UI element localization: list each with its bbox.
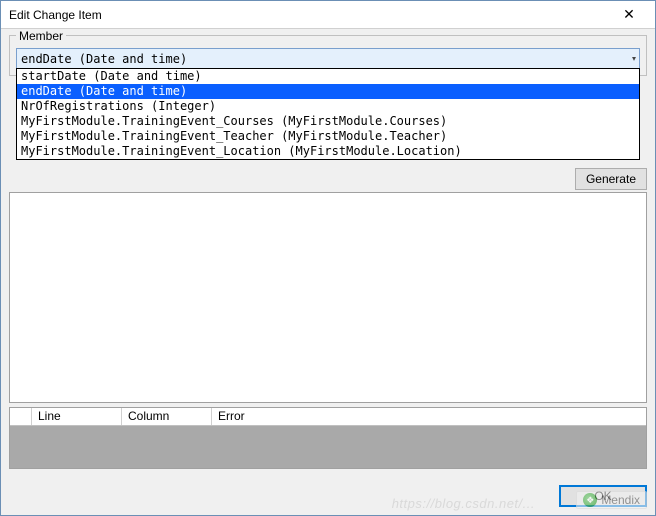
expression-editor[interactable] (9, 192, 647, 403)
combo-option[interactable]: MyFirstModule.TrainingEvent_Teacher (MyF… (17, 129, 639, 144)
member-combo-value: endDate (Date and time) (21, 52, 187, 66)
ok-button[interactable]: OK (559, 485, 647, 507)
chevron-down-icon: ▾ (631, 53, 637, 64)
combo-option-label: MyFirstModule.TrainingEvent_Location (My… (21, 144, 462, 158)
generate-row: Generate (9, 168, 647, 190)
watermark-blog: https://blog.csdn.net/... (392, 496, 535, 511)
error-col-column[interactable]: Column (122, 408, 212, 425)
combo-option-label: MyFirstModule.TrainingEvent_Teacher (MyF… (21, 129, 447, 143)
member-combo-display[interactable]: endDate (Date and time) ▾ (16, 48, 640, 69)
combo-option[interactable]: NrOfRegistrations (Integer) (17, 99, 639, 114)
combo-option-label: MyFirstModule.TrainingEvent_Courses (MyF… (21, 114, 447, 128)
member-combo-dropdown: startDate (Date and time) endDate (Date … (16, 68, 640, 160)
error-panel: Line Column Error (9, 407, 647, 469)
generate-button[interactable]: Generate (575, 168, 647, 190)
combo-option-label-red: (Date and time) (79, 84, 187, 98)
member-fieldset: Member endDate (Date and time) ▾ startDa… (9, 35, 647, 76)
error-col-line[interactable]: Line (32, 408, 122, 425)
combo-option-label: startDate (Date and time) (21, 69, 202, 83)
member-combobox[interactable]: endDate (Date and time) ▾ startDate (Dat… (16, 48, 640, 69)
dialog-content: Member endDate (Date and time) ▾ startDa… (1, 29, 655, 477)
combo-option[interactable]: endDate (Date and time) (17, 84, 639, 99)
combo-option[interactable]: MyFirstModule.TrainingEvent_Courses (MyF… (17, 114, 639, 129)
combo-option[interactable]: MyFirstModule.TrainingEvent_Location (My… (17, 144, 639, 159)
error-table-body (10, 426, 646, 468)
combo-option-label-pre: endDate (21, 84, 79, 98)
close-button[interactable]: ✕ (611, 4, 647, 26)
combo-option[interactable]: startDate (Date and time) (17, 69, 639, 84)
error-col-gutter (10, 408, 32, 425)
member-legend: Member (16, 29, 66, 43)
close-icon: ✕ (623, 6, 635, 23)
dialog-footer: https://blog.csdn.net/... OK ❖ Mendix (1, 477, 655, 515)
dialog-window: Edit Change Item ✕ Member endDate (Date … (0, 0, 656, 516)
window-title: Edit Change Item (9, 8, 102, 22)
error-table-header: Line Column Error (10, 408, 646, 426)
titlebar: Edit Change Item ✕ (1, 1, 655, 29)
combo-option-label: NrOfRegistrations (Integer) (21, 99, 216, 113)
error-col-error[interactable]: Error (212, 408, 646, 425)
